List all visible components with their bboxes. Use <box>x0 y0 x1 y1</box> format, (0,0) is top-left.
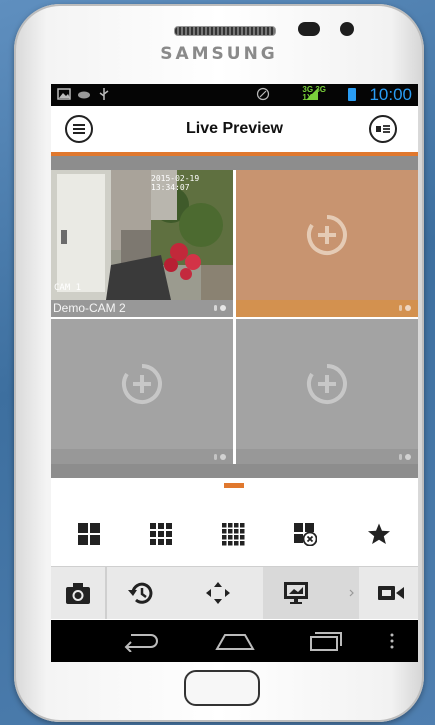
scroll-right-chevron-icon[interactable] <box>347 579 357 607</box>
usb-icon <box>99 88 109 100</box>
camera-tile-1[interactable]: 2015-02-19 13:34:07 CAM 1 <box>51 170 233 300</box>
camera-tile-4[interactable] <box>236 319 418 449</box>
camera-tile-3[interactable] <box>51 319 233 449</box>
battery-icon <box>348 88 356 101</box>
audio-status-icon <box>399 454 411 460</box>
device-list-button[interactable] <box>369 115 397 143</box>
grid-2x2-icon[interactable] <box>77 522 101 546</box>
page-indicator <box>224 483 244 488</box>
audio-status-icon <box>214 454 226 460</box>
audio-status-icon <box>399 305 411 311</box>
app-header: Live Preview <box>51 106 418 156</box>
audio-status-icon <box>214 305 226 311</box>
recent-apps-icon[interactable] <box>305 628 345 654</box>
back-icon[interactable] <box>121 630 161 652</box>
camera-list-icon <box>376 125 390 133</box>
tile-camera-name: Demo-CAM 2 <box>53 301 126 315</box>
grid-3x3-icon[interactable] <box>149 522 173 546</box>
clock: 10:00 <box>369 85 412 104</box>
screen: 3G 3G 1X 10:00 Live Preview 2015-02-19 1… <box>51 84 418 662</box>
camera-tile-2[interactable] <box>236 170 418 300</box>
record-video-icon[interactable] <box>375 579 405 607</box>
hardware-home-button[interactable] <box>184 670 260 706</box>
proximity-sensor <box>340 22 354 36</box>
tile-label-2 <box>236 300 418 317</box>
status-bar: 3G 3G 1X 10:00 <box>51 84 418 106</box>
page-title: Live Preview <box>186 120 283 137</box>
gallery-notification-icon <box>57 88 71 100</box>
display-tool-slot <box>263 567 359 619</box>
camera-overlay-name: CAM 1 <box>54 283 82 293</box>
add-camera-icon <box>121 364 162 404</box>
playback-history-icon[interactable] <box>126 579 156 607</box>
overflow-menu-icon[interactable] <box>389 632 395 650</box>
camera-snapshot-icon[interactable] <box>63 579 93 607</box>
bottom-toolbar <box>51 566 418 619</box>
signal-icon <box>306 88 318 100</box>
ptz-move-icon[interactable] <box>203 579 233 607</box>
grid-top-strip <box>51 156 418 170</box>
grid-bottom-strip <box>51 464 418 478</box>
phone-frame: SAMSUNG 3G 3G 1X 10:00 Live Preview 2015… <box>14 4 424 722</box>
layout-selector <box>51 514 418 554</box>
favorite-star-icon[interactable] <box>367 522 391 546</box>
add-camera-icon <box>306 364 347 404</box>
camera-timestamp: 2015-02-19 13:34:07 <box>151 174 200 192</box>
home-icon[interactable] <box>213 630 257 652</box>
toolbar-divider <box>105 567 107 619</box>
display-image-icon[interactable] <box>281 579 311 607</box>
add-camera-icon <box>306 215 347 255</box>
close-all-icon[interactable] <box>293 522 317 546</box>
grid-4x4-icon[interactable] <box>221 522 245 546</box>
tile-label-1: Demo-CAM 2 <box>51 300 233 317</box>
earpiece-speaker <box>174 26 276 36</box>
cloud-notification-icon <box>78 91 90 99</box>
android-nav-bar <box>51 620 418 662</box>
rotation-lock-icon <box>256 87 270 101</box>
device-brand: SAMSUNG <box>160 44 278 64</box>
front-camera <box>298 22 320 36</box>
